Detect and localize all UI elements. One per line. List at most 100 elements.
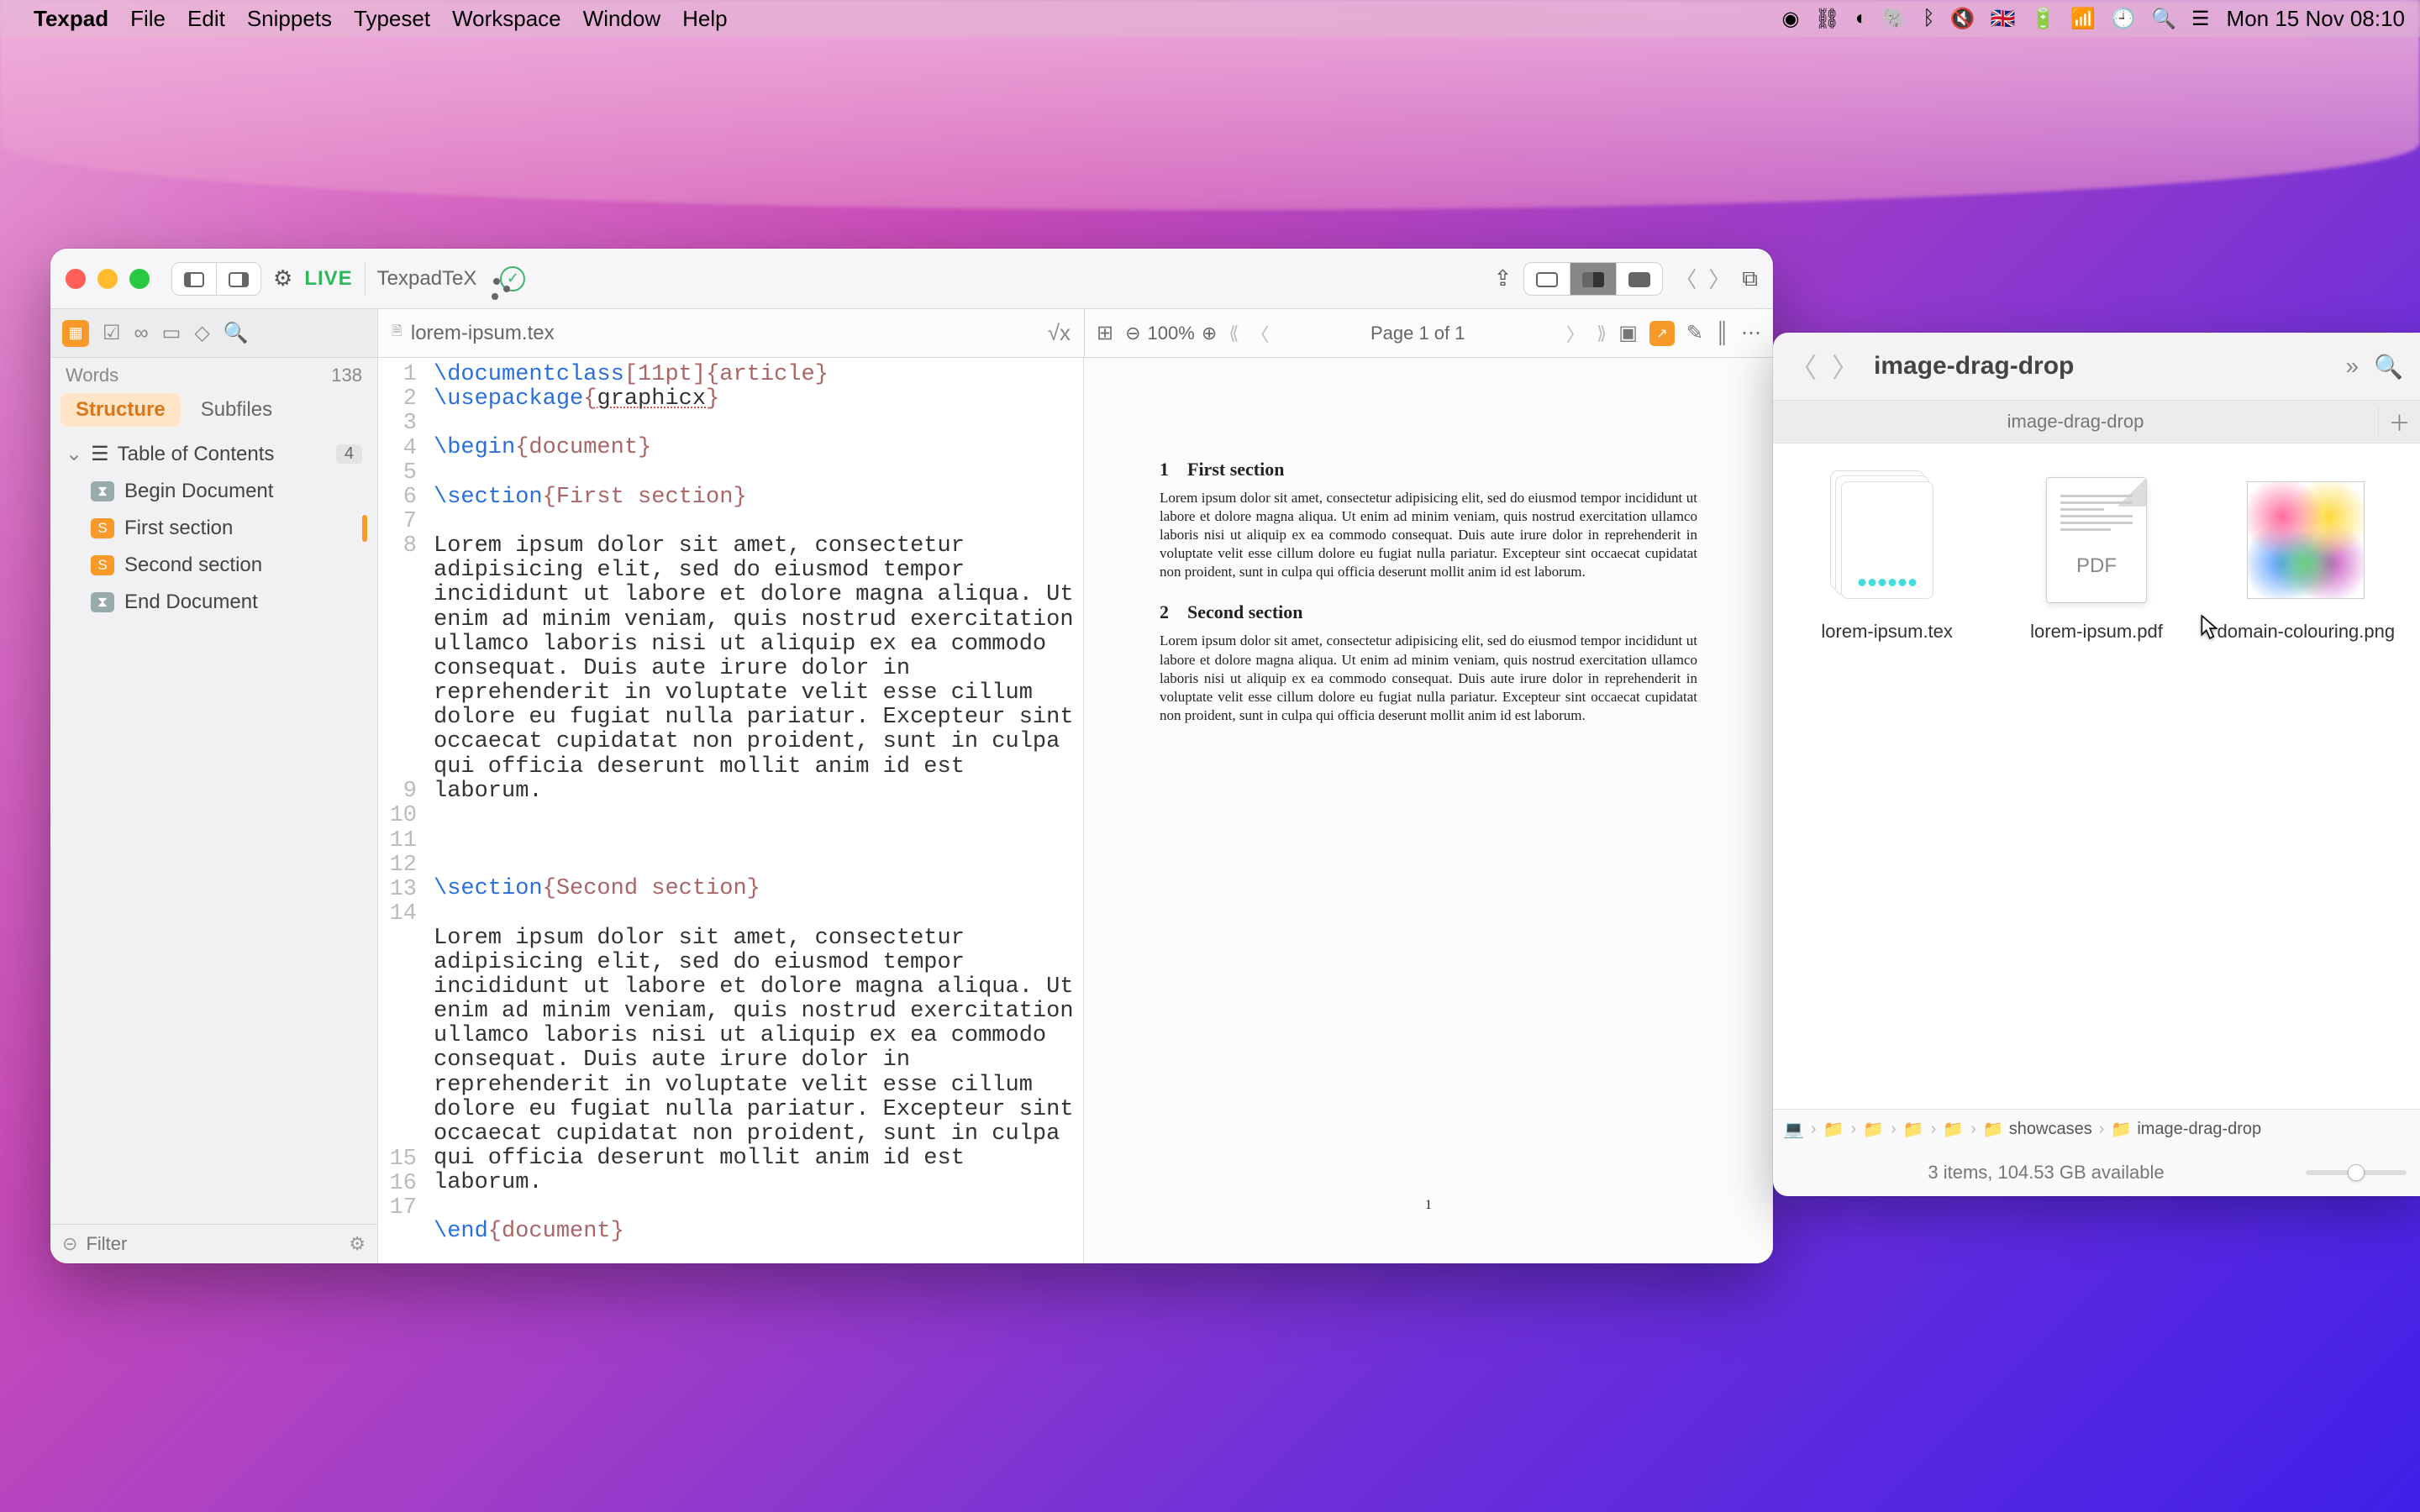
outline-icon[interactable]: ▦ — [62, 320, 89, 347]
layout-editor-only[interactable] — [1524, 263, 1570, 295]
spotlight-icon[interactable]: 🔍 — [2151, 7, 2176, 31]
paragraph-2: Lorem ipsum dolor sit amet, consectetur … — [434, 926, 1083, 1196]
sidebar-right-toggle[interactable] — [216, 263, 260, 295]
finder-forward-icon[interactable]: 〉 — [1832, 347, 1859, 386]
finder-back-icon[interactable]: 〈 — [1790, 347, 1817, 386]
status-icon[interactable]: ◉ — [1781, 7, 1799, 31]
toc-item-second-section[interactable]: S Second section — [57, 547, 371, 584]
file-item-tex[interactable]: lorem-ipsum.tex — [1795, 469, 1979, 643]
finder-search-icon[interactable]: 🔍 — [2374, 353, 2403, 381]
finder-new-tab[interactable]: ＋ — [2378, 407, 2420, 438]
menu-window[interactable]: Window — [583, 6, 660, 32]
control-center-icon[interactable]: ☰ — [2191, 7, 2210, 31]
toc-label: First section — [124, 517, 233, 540]
bluetooth-icon[interactable]: ᛒ — [1923, 7, 1934, 30]
toc-item-begin[interactable]: ⧗ Begin Document — [57, 473, 371, 510]
filter-input[interactable] — [86, 1233, 340, 1255]
last-page-icon[interactable]: ⟫ — [1597, 323, 1607, 344]
paragraph-1: Lorem ipsum dolor sit amet, consectetur … — [434, 533, 1083, 804]
pdf-file-icon: PDF — [2033, 469, 2160, 612]
flag-icon[interactable]: 🇬🇧 — [1991, 7, 2016, 31]
new-window-icon[interactable]: ⧉ — [1742, 265, 1758, 292]
path-current[interactable]: 📁 image-drag-drop — [2111, 1119, 2261, 1140]
dropbox-icon[interactable]: ⛓ — [1814, 7, 1839, 31]
file-item-pdf[interactable]: PDF lorem-ipsum.pdf — [2004, 469, 2188, 643]
icon-size-slider[interactable] — [2306, 1170, 2407, 1175]
path-folder[interactable]: 📁 — [1903, 1119, 1924, 1140]
finder-title: image-drag-drop — [1874, 352, 2331, 381]
zoom-in-icon[interactable]: ⊕ — [1202, 323, 1217, 344]
pdf-preview[interactable]: 1 First section Lorem ipsum dolor sit am… — [1084, 358, 1773, 1263]
path-folder[interactable]: 📁 — [1863, 1119, 1884, 1140]
tab-structure[interactable]: Structure — [60, 393, 181, 427]
finder-grid[interactable]: lorem-ipsum.tex PDF lorem-ipsum.pdf doma… — [1773, 444, 2420, 1109]
settings-gear-icon[interactable]: ⚙︎ — [273, 265, 292, 291]
filename-label[interactable]: lorem-ipsum.tex — [411, 322, 555, 345]
filter-bar: ⊝ ⚙︎ — [50, 1224, 377, 1263]
layout-split[interactable] — [1570, 263, 1616, 295]
menu-edit[interactable]: Edit — [187, 6, 225, 32]
filter-gear-icon[interactable]: ⚙︎ — [349, 1233, 366, 1255]
app-name[interactable]: Texpad — [34, 6, 108, 32]
mouse-cursor — [2201, 615, 2219, 640]
close-button[interactable] — [66, 269, 86, 289]
math-icon[interactable]: √x — [1048, 320, 1071, 346]
next-page-icon[interactable]: 〉 — [1566, 320, 1585, 347]
finder-path-bar[interactable]: 💻› 📁› 📁› 📁› 📁› 📁 showcases› 📁 image-drag… — [1773, 1109, 2420, 1149]
path-showcases[interactable]: 📁 showcases — [1983, 1119, 2092, 1140]
hourglass-icon: ⧗ — [91, 592, 114, 612]
share-icon[interactable]: ⇪ — [1494, 265, 1512, 291]
nav-back[interactable]: 〈 — [1675, 263, 1697, 294]
zoom-button[interactable] — [129, 269, 150, 289]
zoom-out-icon[interactable]: ⊖ — [1125, 323, 1140, 344]
filter-icon: ⊝ — [62, 1233, 77, 1255]
finder-more-icon[interactable]: » — [2346, 353, 2360, 380]
finder-status-bar: 3 items, 104.53 GB available — [1773, 1149, 2420, 1196]
bookmark-icon[interactable]: ▣ — [1618, 321, 1638, 345]
sidebar-left-toggle[interactable] — [172, 263, 216, 295]
code-content[interactable]: \documentclass[11pt]{article} \usepackag… — [425, 358, 1083, 1263]
status-icon[interactable]: ◐ — [1855, 7, 1868, 30]
texpad-window: ⚙︎ LIVE TexpadTeX ✓ ⇪ 〈 〉 ⧉ ▦ ☑︎ ∞ ▭ ◇ 🔍… — [50, 249, 1773, 1263]
menu-snippets[interactable]: Snippets — [247, 6, 332, 32]
folder-icon[interactable]: ▭ — [162, 321, 182, 345]
sync-icon[interactable]: ↗ — [1649, 321, 1675, 346]
layout-preview-only[interactable] — [1616, 263, 1662, 295]
columns-icon[interactable]: ║ — [1715, 322, 1729, 345]
menubar-datetime[interactable]: Mon 15 Nov 08:10 — [2227, 6, 2405, 32]
prev-page-icon[interactable]: 〈 — [1251, 320, 1270, 347]
code-editor[interactable]: 12345 678 91011121314 151617 \documentcl… — [378, 358, 1084, 1263]
checkbox-icon[interactable]: ☑︎ — [103, 321, 121, 345]
hourglass-icon: ⧗ — [91, 481, 114, 501]
toc-header[interactable]: ⌄ ☰ Table of Contents 4 — [57, 435, 371, 473]
volume-mute-icon[interactable]: 🔇 — [1950, 7, 1975, 31]
finder-tab[interactable]: image-drag-drop — [1773, 411, 2378, 433]
more-icon[interactable]: ⋯ — [1741, 321, 1761, 345]
path-folder[interactable]: 📁 — [1823, 1119, 1844, 1140]
nav-forward[interactable]: 〉 — [1708, 263, 1730, 294]
link-icon[interactable]: ∞ — [134, 322, 149, 345]
wifi-icon[interactable]: 📶 — [2070, 7, 2096, 31]
evernote-icon[interactable]: 🐘 — [1882, 7, 1907, 31]
search-icon[interactable]: 🔍 — [224, 321, 249, 345]
grid-icon[interactable]: ⊞ — [1097, 321, 1113, 345]
toc-item-end[interactable]: ⧗ End Document — [57, 584, 371, 621]
menu-typeset[interactable]: Typeset — [354, 6, 430, 32]
layout-seg — [1523, 262, 1663, 296]
battery-icon[interactable]: 🔋 — [2030, 7, 2055, 31]
engine-label[interactable]: TexpadTeX — [377, 267, 477, 291]
menu-help[interactable]: Help — [682, 6, 727, 32]
menu-file[interactable]: File — [130, 6, 166, 32]
minimize-button[interactable] — [97, 269, 118, 289]
tag-icon[interactable]: ◇ — [194, 321, 209, 345]
menu-workspace[interactable]: Workspace — [452, 6, 561, 32]
list-icon: ☰ — [91, 442, 109, 466]
highlight-icon[interactable]: ✎ — [1686, 321, 1703, 345]
path-folder[interactable]: 📁 — [1943, 1119, 1964, 1140]
clock-icon[interactable]: 🕘 — [2111, 7, 2136, 31]
toc-item-first-section[interactable]: S First section — [57, 510, 371, 547]
first-page-icon[interactable]: ⟪ — [1228, 323, 1239, 344]
tab-subfiles[interactable]: Subfiles — [186, 393, 287, 427]
file-item-png[interactable]: domain-colouring.png — [2214, 469, 2398, 643]
path-disk[interactable]: 💻 — [1783, 1119, 1804, 1140]
